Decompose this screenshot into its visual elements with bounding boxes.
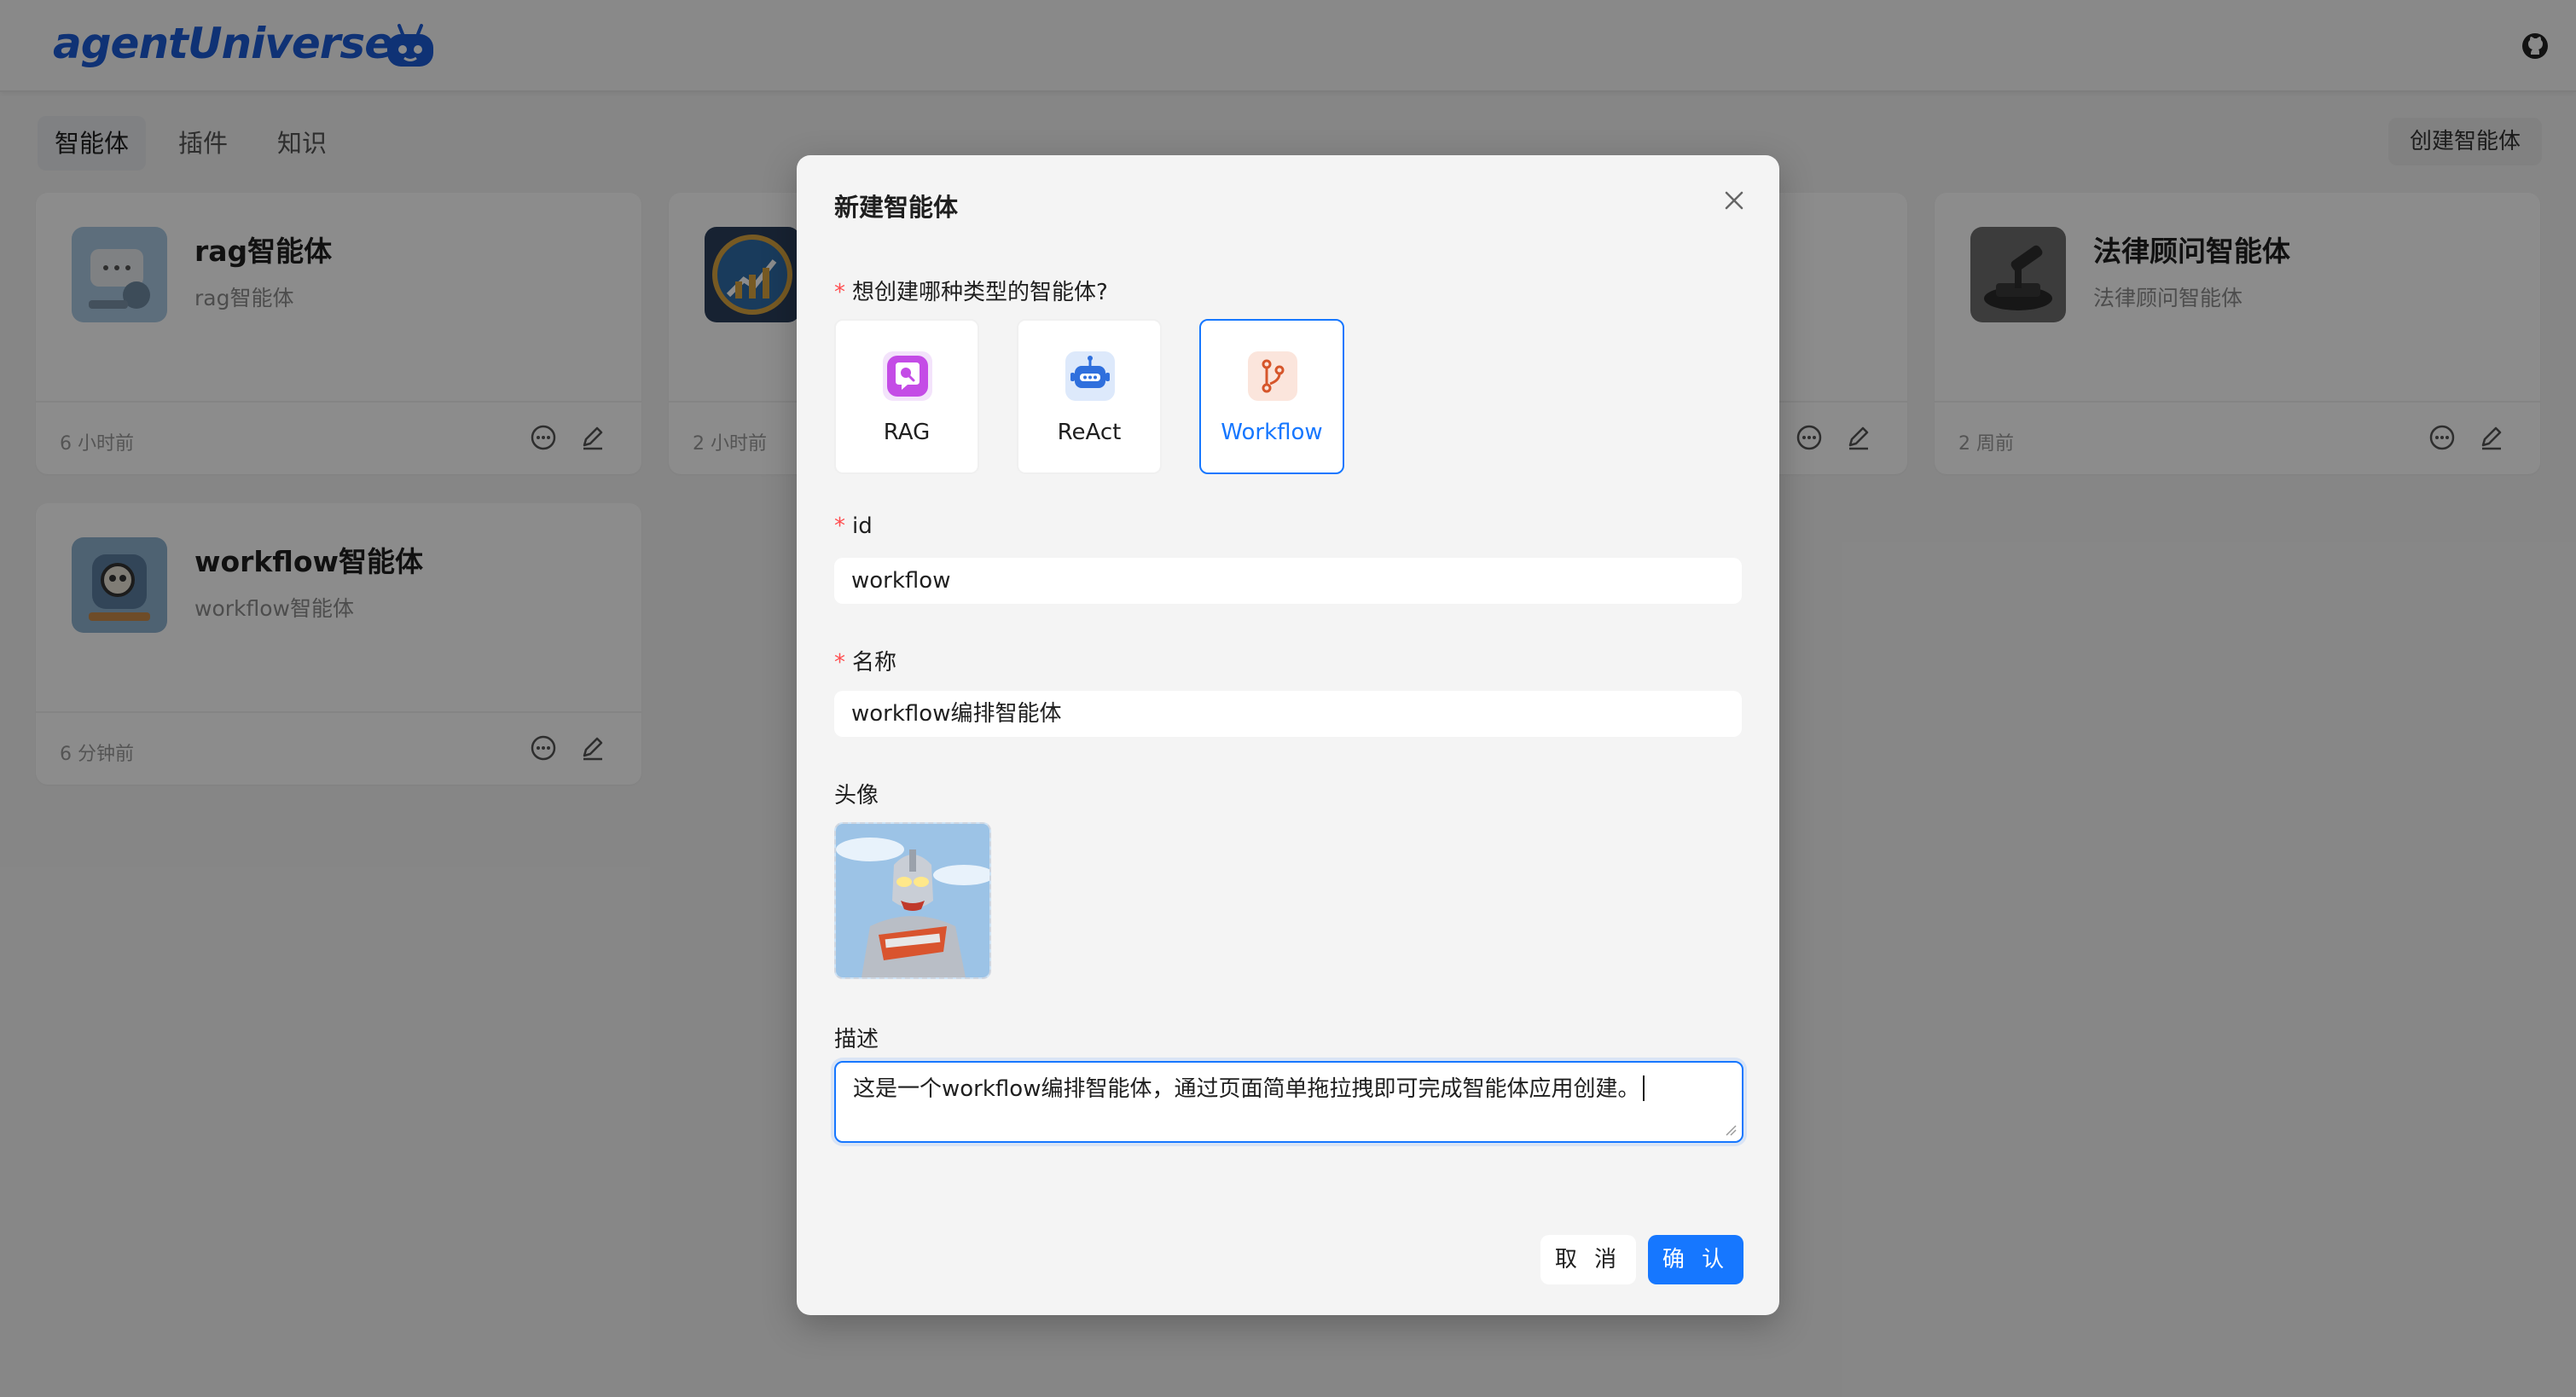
resize-grip-icon[interactable]	[1725, 1124, 1737, 1136]
type-label-workflow: Workflow	[1221, 420, 1323, 445]
avatar-upload[interactable]	[834, 822, 991, 979]
id-label-text: id	[852, 513, 873, 539]
name-label-text: 名称	[852, 650, 897, 675]
required-mark: *	[834, 280, 845, 305]
description-textarea[interactable]: 这是一个workflow编排智能体，通过页面简单拖拉拽即可完成智能体应用创建。	[834, 1061, 1743, 1143]
modal-title: 新建智能体	[834, 193, 959, 222]
required-mark: *	[834, 513, 845, 539]
avatar-label: 头像	[834, 783, 879, 809]
text-caret	[1643, 1075, 1645, 1101]
type-option-react[interactable]: ReAct	[1017, 319, 1162, 474]
create-agent-modal: 新建智能体 * 想创建哪种类型的智能体? RAG ReAct Workflow …	[797, 155, 1779, 1315]
name-label: * 名称	[834, 645, 896, 676]
description-text: 这是一个workflow编排智能体，通过页面简单拖拉拽即可完成智能体应用创建。	[853, 1076, 1640, 1102]
avatar-image	[836, 824, 989, 977]
type-label: * 想创建哪种类型的智能体?	[834, 275, 1108, 306]
branch-icon	[1248, 351, 1297, 401]
close-icon[interactable]	[1720, 186, 1749, 215]
id-input[interactable]: workflow	[834, 558, 1742, 604]
type-label-rag: RAG	[883, 420, 931, 445]
cancel-button[interactable]: 取 消	[1540, 1235, 1636, 1284]
confirm-button[interactable]: 确 认	[1648, 1235, 1743, 1284]
magnifier-bubble-icon	[883, 351, 932, 401]
description-label: 描述	[834, 1027, 879, 1052]
type-option-rag[interactable]: RAG	[834, 319, 979, 474]
robot-icon	[1065, 351, 1115, 401]
name-input[interactable]: workflow编排智能体	[834, 691, 1742, 737]
id-label: * id	[834, 513, 873, 539]
type-label-react: ReAct	[1057, 420, 1122, 445]
required-mark: *	[834, 650, 845, 675]
type-question: 想创建哪种类型的智能体?	[852, 280, 1108, 305]
type-option-workflow[interactable]: Workflow	[1199, 319, 1344, 474]
